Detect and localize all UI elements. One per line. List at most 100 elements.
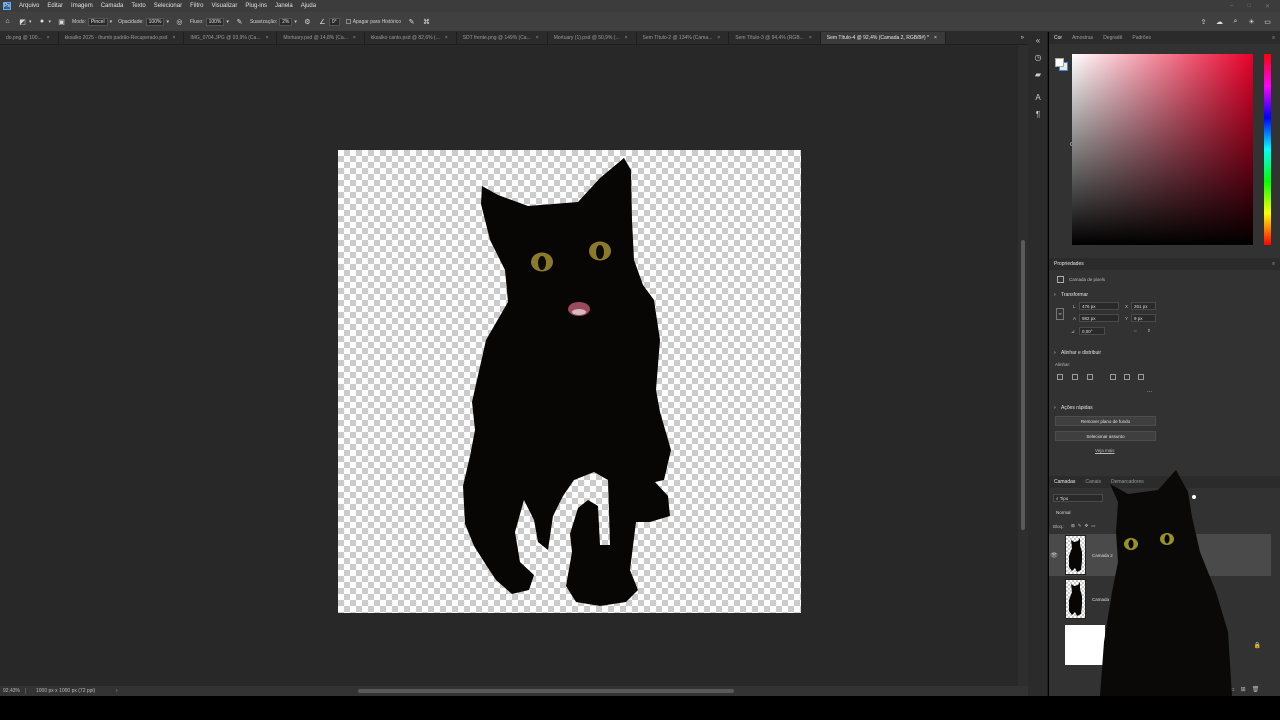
home-icon[interactable]: ⌂: [3, 17, 12, 26]
align-center-h-icon[interactable]: [1072, 374, 1078, 380]
color-field[interactable]: [1070, 54, 1253, 245]
more-tabs-icon[interactable]: »: [1021, 35, 1028, 41]
zoom-level[interactable]: 92,43%: [0, 688, 26, 694]
flip-horizontal-icon[interactable]: ⇔: [1133, 328, 1138, 333]
flip-vertical-icon[interactable]: ⇕: [1147, 328, 1151, 334]
menu-texto[interactable]: Texto: [127, 3, 149, 9]
close-icon[interactable]: ×: [172, 32, 175, 44]
align-right-icon[interactable]: [1087, 374, 1093, 380]
maximize-icon[interactable]: □: [1247, 3, 1251, 10]
menu-ajuda[interactable]: Ajuda: [297, 3, 320, 9]
airbrush-icon[interactable]: ✎: [235, 17, 244, 26]
angle-field[interactable]: 0°: [328, 17, 340, 26]
close-icon[interactable]: ×: [265, 32, 268, 44]
vertical-scrollbar[interactable]: [1018, 45, 1028, 686]
remove-background-button[interactable]: Remover plano de fundo: [1055, 416, 1156, 426]
transform-section-chevron-icon[interactable]: ›: [1054, 292, 1056, 298]
pressure-size-icon[interactable]: ✎: [407, 17, 416, 26]
tab-cor[interactable]: Cor: [1049, 35, 1067, 41]
cloud-icon[interactable]: ☁: [1215, 17, 1224, 26]
doc-tab[interactable]: kksalko 2025 - thumb padrão-Recuperado.p…: [59, 32, 185, 44]
document-canvas[interactable]: [338, 150, 801, 613]
close-icon[interactable]: ✕: [1265, 3, 1270, 10]
tab-camadas[interactable]: Camadas: [1049, 479, 1080, 485]
lock-icon[interactable]: 🔒: [1254, 642, 1261, 649]
doc-tab-active[interactable]: Sem Título-4 @ 92,4% (Camada 2, RGB/8#) …: [820, 32, 946, 44]
paragraph-icon[interactable]: ¶: [1028, 106, 1048, 123]
doc-tab[interactable]: Mortuary.psd @ 14,8% (Ca... ×: [277, 32, 365, 44]
menu-filtro[interactable]: Filtro: [186, 3, 207, 9]
visibility-eye-icon[interactable]: 👁: [1049, 552, 1059, 559]
pressure-opacity-icon[interactable]: ◎: [175, 17, 184, 26]
doc-tab[interactable]: SDT frente.png @ 149% (Ca... ×: [457, 32, 548, 44]
opacity-field[interactable]: 100%: [145, 17, 165, 26]
eraser-tool-icon[interactable]: ◩: [18, 17, 27, 26]
minimize-icon[interactable]: –: [1230, 3, 1233, 10]
close-icon[interactable]: ×: [934, 32, 937, 44]
flow-field[interactable]: 100%: [205, 17, 225, 26]
align-middle-icon[interactable]: [1124, 374, 1130, 380]
doc-tab[interactable]: Sem Título-3 @ 94,4% (RGB... ×: [729, 32, 821, 44]
align-section-chevron-icon[interactable]: ›: [1054, 350, 1056, 356]
menu-imagem[interactable]: Imagem: [67, 3, 97, 9]
height-field[interactable]: 982 px: [1079, 314, 1119, 322]
quick-actions-chevron-icon[interactable]: ›: [1054, 405, 1056, 411]
history-icon[interactable]: ◷: [1028, 49, 1048, 66]
menu-arquivo[interactable]: Arquivo: [15, 3, 43, 9]
tab-padroes[interactable]: Padrões: [1127, 35, 1156, 41]
share-icon[interactable]: ⇪: [1199, 17, 1208, 26]
doc-tab[interactable]: Mortuary (1).psd @ 50,9% (... ×: [548, 32, 637, 44]
panel-menu-icon[interactable]: ≡: [1267, 261, 1280, 267]
erase-history-checkbox[interactable]: [345, 19, 351, 24]
smoothing-field[interactable]: 2%: [279, 17, 293, 26]
expand-panels-icon[interactable]: «: [1028, 32, 1048, 49]
delete-layer-icon[interactable]: 🗑: [1252, 686, 1260, 693]
align-bottom-icon[interactable]: [1138, 374, 1144, 380]
mode-select[interactable]: Pincel: [87, 17, 108, 26]
menu-plugins[interactable]: Plug-ins: [241, 3, 271, 9]
comments-icon[interactable]: ▰: [1028, 66, 1048, 83]
status-menu-icon[interactable]: ›: [116, 688, 118, 694]
panel-menu-icon[interactable]: ≡: [1267, 35, 1280, 41]
brush-settings-icon[interactable]: ▣: [57, 17, 66, 26]
brush-preset-icon[interactable]: ●: [38, 17, 47, 26]
close-icon[interactable]: ×: [445, 32, 448, 44]
new-layer-icon[interactable]: ⊞: [1241, 686, 1246, 693]
align-title[interactable]: Alinhar e distribuir: [1061, 350, 1101, 356]
x-field[interactable]: 261 px: [1131, 302, 1156, 310]
quick-actions-title[interactable]: Ações rápidas: [1061, 405, 1093, 411]
doc-tab[interactable]: kksalko canto.psd @ 82,6% (... ×: [365, 32, 457, 44]
tab-amostras[interactable]: Amostras: [1067, 35, 1098, 41]
menu-camada[interactable]: Camada: [97, 3, 128, 9]
horizontal-scroll-thumb[interactable]: [358, 689, 734, 693]
menu-janela[interactable]: Janela: [271, 3, 297, 9]
close-icon[interactable]: ×: [47, 32, 50, 44]
chevron-down-icon[interactable]: ▾: [49, 19, 52, 25]
smoothing-settings-gear-icon[interactable]: ⚙: [303, 17, 312, 26]
vertical-scroll-thumb[interactable]: [1021, 240, 1025, 530]
hue-slider[interactable]: [1264, 54, 1271, 245]
align-left-icon[interactable]: [1057, 374, 1063, 380]
menu-selecionar[interactable]: Selecionar: [150, 3, 186, 9]
learn-icon[interactable]: ☀: [1247, 17, 1256, 26]
y-field[interactable]: 9 px: [1131, 314, 1156, 322]
doc-tab[interactable]: do.png @ 100... ×: [0, 32, 59, 44]
see-more-link[interactable]: Veja mais: [1095, 448, 1115, 453]
align-top-icon[interactable]: [1110, 374, 1116, 380]
link-dimensions-icon[interactable]: ∞: [1056, 308, 1064, 320]
angle-field[interactable]: 0,00°: [1079, 327, 1105, 335]
photoshop-logo-icon[interactable]: Ps: [3, 2, 11, 10]
more-options-icon[interactable]: ...: [1147, 388, 1152, 394]
foreground-color-swatch[interactable]: [1055, 58, 1064, 67]
search-icon[interactable]: ⌕: [1231, 17, 1240, 26]
transform-title[interactable]: Transformar: [1061, 292, 1088, 298]
close-icon[interactable]: ×: [809, 32, 812, 44]
tab-degrade[interactable]: Degradê: [1098, 35, 1127, 41]
close-icon[interactable]: ×: [536, 32, 539, 44]
doc-tab[interactable]: IMG_0704.JPG @ 93,9% (Ca... ×: [184, 32, 278, 44]
symmetry-icon[interactable]: ⌘: [422, 17, 431, 26]
color-picker-cursor[interactable]: [1070, 142, 1074, 146]
properties-title[interactable]: Propriedades: [1049, 261, 1089, 267]
doc-tab[interactable]: Sem Título-2 @ 134% (Cama... ×: [637, 32, 730, 44]
close-icon[interactable]: ×: [353, 32, 356, 44]
